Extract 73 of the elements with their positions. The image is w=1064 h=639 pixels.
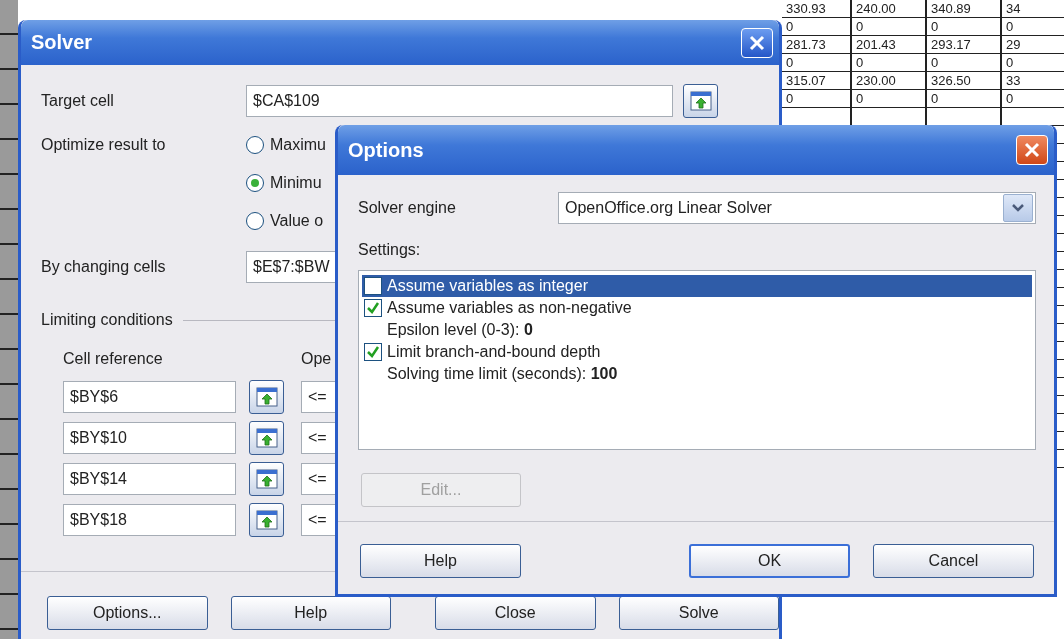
engine-dropdown[interactable]: OpenOffice.org Linear Solver [558,192,1036,224]
dialog-button[interactable]: Help [360,544,521,578]
close-icon [1024,142,1040,158]
table-cell: 0 [856,19,864,34]
table-cell: 340.89 [931,1,971,16]
radio-label: Minimu [270,174,322,192]
close-button[interactable] [1016,135,1048,165]
dialog-button[interactable]: Options... [47,596,208,630]
close-icon [749,34,765,51]
list-item[interactable]: Assume variables as non-negative [362,297,1032,319]
input-field[interactable]: $BY$6 [63,381,236,413]
table-cell: 0 [786,91,794,106]
shrink-button[interactable] [249,503,284,537]
table-cell: 0 [931,91,939,106]
checkbox[interactable] [364,277,382,295]
table-cell: 0 [1006,91,1014,106]
settings-list[interactable]: Assume variables as integer Assume variables as non-negative Epsilon level (0-3): 0 Limit branch-and-bound depth Solving time limit (seconds): 100 [358,270,1036,450]
input-field[interactable]: $BY$10 [63,422,236,454]
shrink-button[interactable] [249,380,284,414]
dialog-button[interactable]: Cancel [873,544,1034,578]
column-header: Ope [301,350,332,368]
table-cell: 0 [856,55,864,70]
table-cell: 293.17 [931,37,971,52]
checkbox[interactable] [364,299,382,317]
field-label: Optimize result to [41,135,167,155]
radio-label: Value o [270,212,324,230]
table-cell: 201.43 [856,37,896,52]
table-cell: 33 [1006,73,1021,88]
input-field[interactable]: $BY$14 [63,463,236,495]
table-cell: 0 [786,55,794,70]
column-header: Cell reference [63,350,163,367]
radio-button[interactable] [246,174,264,192]
window-title: Solver [31,31,94,54]
dialog-button[interactable]: Close [435,596,596,630]
checkbox[interactable] [364,343,382,361]
table-cell: 326.50 [931,73,971,88]
radio-label: Maximu [270,136,326,154]
shrink-button[interactable] [249,462,284,496]
table-cell: 34 [1006,1,1021,16]
table-cell: 230.00 [856,73,896,88]
section-label: Settings: [358,241,421,258]
section-label: Limiting conditions [41,311,173,329]
table-cell: 0 [786,19,794,34]
table-cell: 330.93 [786,1,826,16]
shrink-button[interactable] [249,421,284,455]
list-item[interactable]: Epsilon level (0-3): 0 [362,319,1032,341]
radio-button[interactable] [246,212,264,230]
chevron-down-icon [1011,203,1025,213]
dialog-button[interactable]: OK [689,544,850,578]
field-label: Target cell [41,92,115,110]
window-title: Options [348,138,425,162]
close-button[interactable] [741,27,773,58]
list-item[interactable]: Assume variables as integer [362,275,1032,297]
table-cell: 0 [856,91,864,106]
radio-button[interactable] [246,136,264,154]
table-cell: 0 [1006,55,1014,70]
field-label: By changing cells [41,258,167,276]
dialog-button[interactable]: Help [230,596,391,630]
table-cell: 315.07 [786,73,826,88]
shrink-button[interactable] [683,84,718,118]
table-cell: 240.00 [856,1,896,16]
table-cell: 0 [931,55,939,70]
table-cell: 29 [1006,37,1021,52]
input-field[interactable]: $CA$109 [246,85,673,117]
field-label: Solver engine [358,199,457,217]
table-cell: 0 [931,19,939,34]
table-cell: 0 [1006,19,1014,34]
input-field[interactable]: $BY$18 [63,504,236,536]
list-item[interactable]: Limit branch-and-bound depth [362,341,1032,363]
input-field[interactable]: $E$7:$BW [246,251,338,283]
table-cell: 281.73 [786,37,826,52]
dialog-button[interactable]: Solve [618,596,779,630]
list-item[interactable]: Solving time limit (seconds): 100 [362,363,1032,385]
